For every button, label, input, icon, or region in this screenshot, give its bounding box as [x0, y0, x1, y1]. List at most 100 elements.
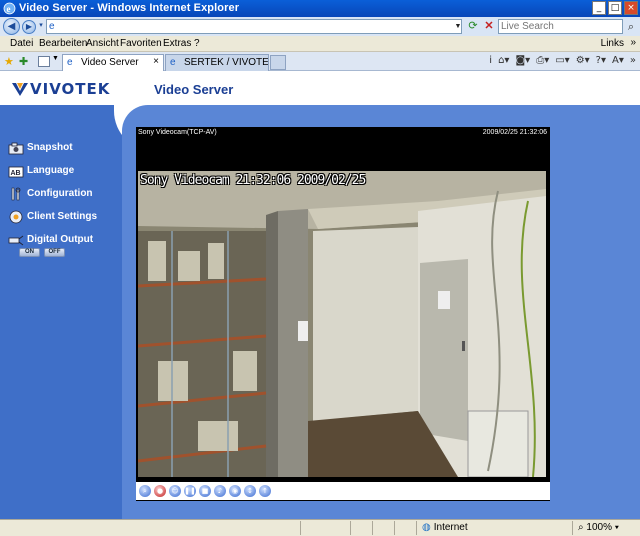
page-icon: e: [67, 57, 73, 68]
new-tab-button[interactable]: [270, 55, 286, 70]
live-video-frame[interactable]: Sony Videocam 21:32:06 2009/02/25: [138, 171, 546, 477]
menu-help[interactable]: ?: [194, 38, 200, 49]
sidebar-item-snapshot[interactable]: Snapshot: [8, 141, 118, 157]
vivotek-logo-icon: [12, 83, 28, 96]
camera-icon: [8, 142, 24, 155]
sidebar-item-configuration[interactable]: Configuration: [8, 187, 118, 203]
sidebar-item-digital-output[interactable]: Digital Output: [8, 233, 118, 249]
video-info-bar: Sony Videocam(TCP-AV) 2009/02/25 21:32:0…: [136, 127, 550, 139]
close-button[interactable]: ×: [624, 1, 638, 15]
back-button[interactable]: ◀: [3, 18, 20, 35]
tab-label: SERTEK / VIVOTEK LI...: [184, 57, 269, 68]
quick-tabs-icon[interactable]: [38, 56, 50, 67]
svg-text:AB: AB: [11, 170, 21, 177]
mic-icon[interactable]: ◉: [229, 485, 241, 497]
toolbar-chevron-icon[interactable]: »: [630, 55, 636, 66]
menu-bar: Datei Bearbeiten Ansicht Favoriten Extra…: [0, 36, 640, 52]
digital-output-on-button[interactable]: ON: [19, 248, 40, 257]
status-divider: [372, 521, 373, 535]
menu-bearbeiten[interactable]: Bearbeiten: [39, 38, 87, 49]
page-header: VIVOTEK Video Server: [0, 71, 640, 105]
minimize-button[interactable]: _: [592, 1, 606, 15]
volume-icon[interactable]: ♪: [214, 485, 226, 497]
menu-datei[interactable]: Datei: [10, 38, 33, 49]
help-icon[interactable]: ?▾: [596, 55, 606, 66]
address-input[interactable]: [63, 20, 443, 33]
home-icon[interactable]: ⌂▾: [498, 55, 509, 66]
search-input[interactable]: [499, 20, 609, 33]
tab-video-server[interactable]: e Video Server ×: [62, 54, 164, 71]
svg-text:e: e: [7, 4, 11, 14]
tab-list-dropdown-icon[interactable]: ▼: [52, 55, 59, 62]
status-divider: [300, 521, 301, 535]
menu-extras[interactable]: Extras: [163, 38, 191, 49]
sidebar-item-label: Client Settings: [27, 211, 98, 222]
zoom-label: 100%: [586, 522, 612, 533]
pause-icon[interactable]: ❚❚: [184, 485, 196, 497]
search-field[interactable]: [498, 19, 623, 34]
menu-favoriten[interactable]: Favoriten: [120, 38, 162, 49]
history-dropdown-icon[interactable]: ▾: [37, 18, 45, 35]
language-icon: AB: [8, 166, 24, 178]
status-divider: [394, 521, 395, 535]
brand-name: VIVOTEK: [30, 80, 111, 98]
globe-icon: ◍: [422, 522, 431, 533]
command-bar: ⅰ ⌂▾ ◙▾ ⎙▾ ▭▾ ⚙▾ ?▾ A▾ »: [489, 55, 636, 66]
forward-button[interactable]: ▶: [22, 20, 36, 34]
sidebar-item-label: Digital Output: [27, 234, 94, 245]
digital-output-off-button[interactable]: OFF: [44, 248, 65, 257]
stop-icon[interactable]: ✕: [482, 19, 496, 33]
status-divider: [572, 521, 573, 535]
vivotek-logo[interactable]: VIVOTEK: [12, 80, 110, 98]
digital-output-icon: [8, 235, 24, 246]
refresh-icon[interactable]: ⟳: [466, 19, 480, 33]
sidebar-item-label: Language: [27, 165, 75, 176]
status-divider: [416, 521, 417, 535]
video-viewer: Sony Videocam(TCP-AV) 2009/02/25 21:32:0…: [136, 127, 550, 501]
listen-icon[interactable]: ↑: [259, 485, 271, 497]
favorites-star-icon[interactable]: ★: [4, 55, 14, 68]
stop-icon[interactable]: ■: [199, 485, 211, 497]
address-dropdown-icon[interactable]: ▼: [453, 19, 463, 34]
research-icon[interactable]: ⅰ: [489, 55, 492, 66]
tab-label: Video Server: [81, 57, 139, 68]
client-settings-icon: [9, 210, 23, 224]
status-divider: [350, 521, 351, 535]
video-timestamp: 2009/02/25 21:32:06: [482, 129, 547, 136]
maximize-button[interactable]: □: [608, 1, 622, 15]
search-icon[interactable]: ⌕: [624, 19, 638, 34]
window-title-bar: e Video Server - Windows Internet Explor…: [0, 0, 640, 17]
zoom-icon[interactable]: ⌕: [139, 485, 151, 497]
page-icon: e: [49, 21, 55, 32]
ie-icon: e: [3, 2, 16, 15]
video-osd-overlay: Sony Videocam 21:32:06 2009/02/25: [140, 173, 366, 188]
translate-icon[interactable]: A▾: [612, 55, 624, 66]
tab-bar: ★ ✚ ▼ e Video Server × e SERTEK / VIVOTE…: [0, 52, 640, 71]
page-icon: e: [170, 57, 176, 68]
sidebar-item-label: Snapshot: [27, 142, 73, 153]
tab-close-icon[interactable]: ×: [153, 56, 159, 67]
users-icon[interactable]: ☺: [169, 485, 181, 497]
camera-name: Sony Videocam(TCP-AV): [138, 129, 217, 136]
zoom-level[interactable]: ⌕ 100% ▾: [578, 522, 619, 533]
tools-icon[interactable]: ⚙▾: [576, 55, 590, 66]
window-title: Video Server - Windows Internet Explorer: [19, 2, 240, 14]
links-chevron-icon[interactable]: »: [630, 37, 636, 48]
page-title: Video Server: [154, 82, 234, 97]
sidebar-item-client-settings[interactable]: Client Settings: [8, 210, 118, 226]
video-control-bar: ⌕ ● ☺ ❚❚ ■ ♪ ◉ ↕ ↑: [136, 482, 550, 500]
sidebar-item-language[interactable]: AB Language: [8, 164, 118, 180]
feeds-icon[interactable]: ◙▾: [515, 55, 530, 66]
address-field[interactable]: e: [46, 19, 462, 34]
status-bar: ◍ Internet ⌕ 100% ▾: [0, 519, 640, 536]
security-zone[interactable]: ◍ Internet: [422, 522, 468, 533]
talk-icon[interactable]: ↕: [244, 485, 256, 497]
tab-sertek[interactable]: e SERTEK / VIVOTEK LI...: [165, 54, 269, 71]
links-toolbar[interactable]: Links: [601, 38, 624, 49]
menu-ansicht[interactable]: Ansicht: [86, 38, 119, 49]
page-menu-icon[interactable]: ▭▾: [555, 55, 569, 66]
digital-output-toggle: ON OFF: [19, 248, 65, 257]
record-icon[interactable]: ●: [154, 485, 166, 497]
print-icon[interactable]: ⎙▾: [536, 55, 549, 66]
add-favorite-icon[interactable]: ✚: [19, 55, 28, 68]
